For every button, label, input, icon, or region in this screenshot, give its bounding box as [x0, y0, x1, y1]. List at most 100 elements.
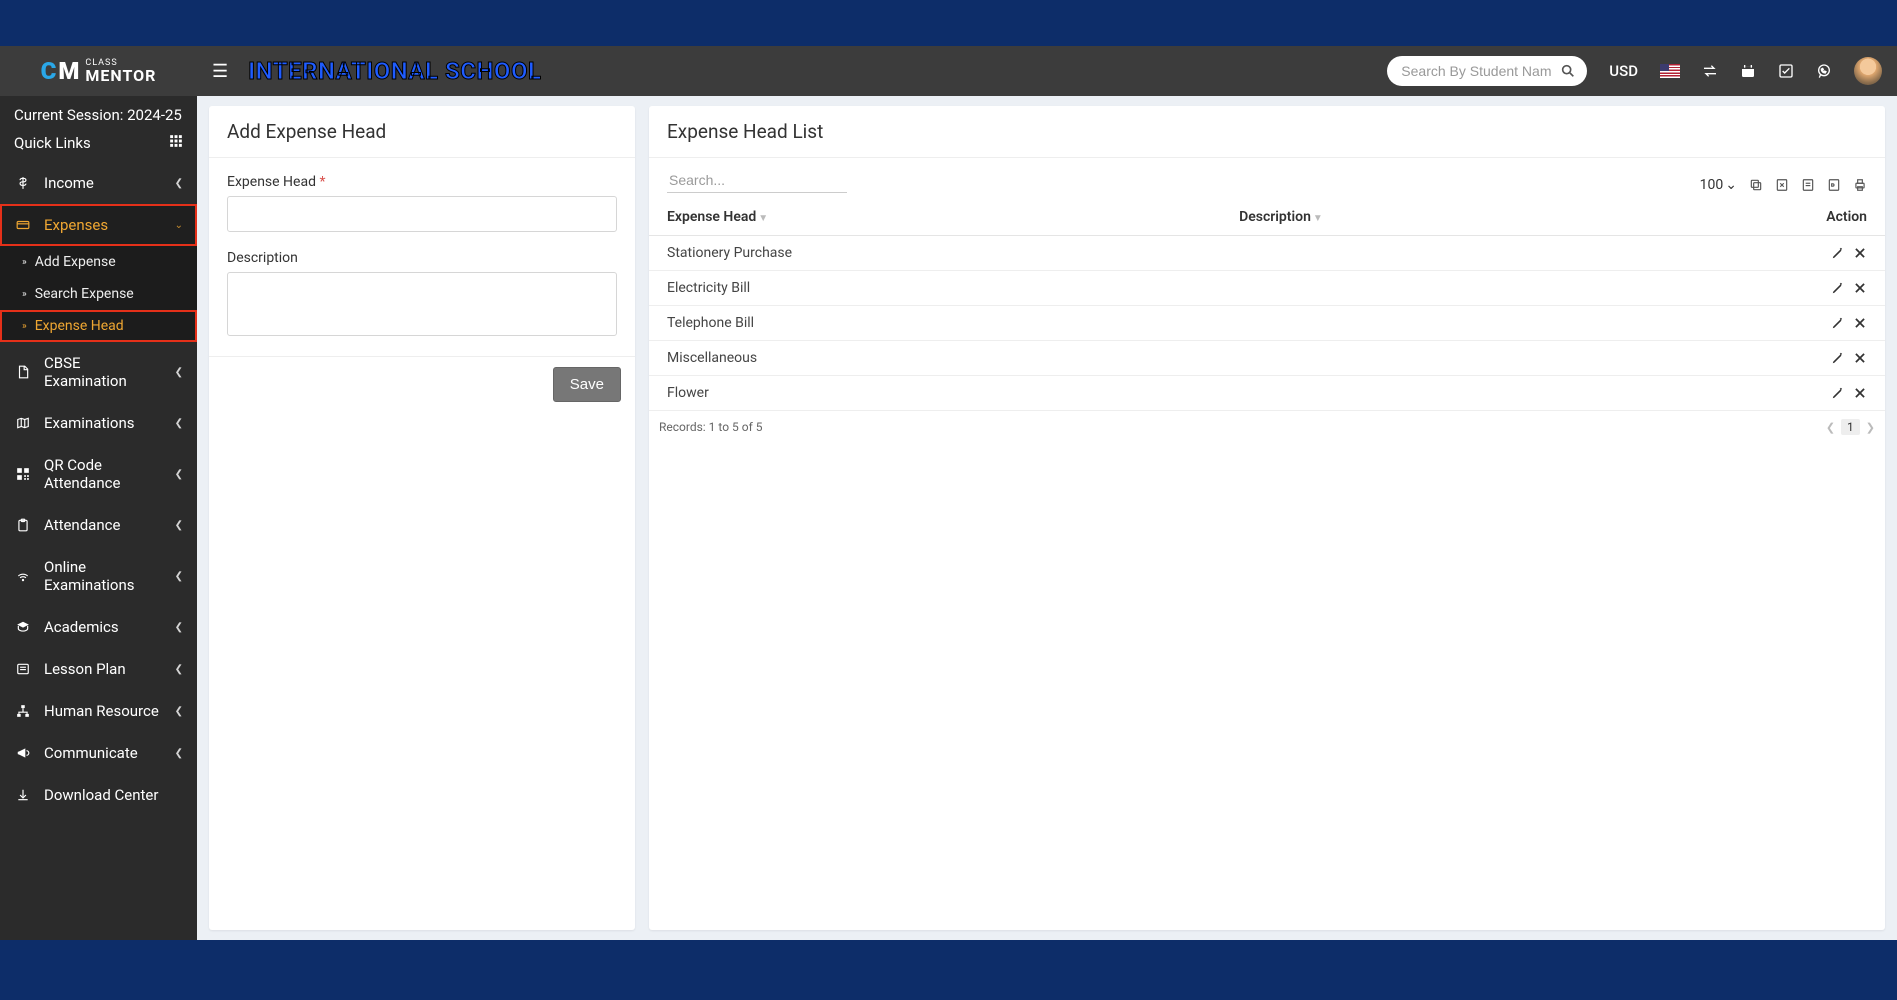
expense-head-input[interactable]: [227, 196, 617, 232]
excel-icon[interactable]: [1775, 178, 1789, 192]
session-label: Current Session: 2024-25: [0, 96, 197, 128]
copy-icon[interactable]: [1749, 178, 1763, 192]
expenses-submenu: » Add Expense » Search Expense » Expense…: [0, 246, 197, 342]
edit-icon[interactable]: [1831, 316, 1845, 330]
qr-icon: [14, 467, 32, 481]
menu-toggle-button[interactable]: ☰: [212, 61, 228, 82]
search-icon[interactable]: [1551, 63, 1585, 79]
csv-icon[interactable]: [1801, 178, 1815, 192]
whatsapp-icon[interactable]: [1816, 63, 1832, 79]
student-search[interactable]: [1387, 56, 1587, 86]
delete-icon[interactable]: [1853, 281, 1867, 295]
edit-icon[interactable]: [1831, 246, 1845, 260]
page-number[interactable]: 1: [1841, 419, 1860, 435]
cap-icon: [14, 620, 32, 634]
expense-head-label: Expense Head *: [227, 174, 617, 190]
sidebar-item-human-resource[interactable]: Human Resource ❮: [0, 690, 197, 732]
app-title: INTERNATIONAL SCHOOL: [248, 57, 541, 85]
sidebar: Current Session: 2024-25 Quick Links Inc…: [0, 96, 197, 940]
swap-icon[interactable]: [1702, 63, 1718, 79]
quick-links[interactable]: Quick Links: [0, 128, 197, 162]
sidebar-subitem-add-expense[interactable]: » Add Expense: [0, 246, 197, 278]
expense-head-table: Expense Head▼ Description▼ Action Statio…: [649, 199, 1885, 411]
print-icon[interactable]: [1853, 178, 1867, 192]
table-row: Electricity Bill: [649, 271, 1885, 306]
next-page-button[interactable]: ❯: [1866, 421, 1875, 434]
page-size-select[interactable]: 100 ⌄: [1700, 177, 1737, 193]
table-row: Telephone Bill: [649, 306, 1885, 341]
add-expense-head-panel: Add Expense Head Expense Head * Descript…: [209, 106, 635, 930]
chevron-left-icon: ❮: [175, 622, 183, 633]
cell-desc: [1231, 341, 1615, 376]
delete-icon[interactable]: [1853, 351, 1867, 365]
pager: ❮ 1 ❯: [1826, 419, 1875, 435]
table-row: Stationery Purchase: [649, 236, 1885, 271]
sidebar-item-attendance[interactable]: Attendance ❮: [0, 504, 197, 546]
grid-icon: [169, 134, 183, 152]
logo[interactable]: CM CLASS MENTOR: [0, 46, 197, 96]
sidebar-item-examinations[interactable]: Examinations ❮: [0, 402, 197, 444]
save-button[interactable]: Save: [553, 367, 621, 402]
sidebar-item-lesson-plan[interactable]: Lesson Plan ❮: [0, 648, 197, 690]
delete-icon[interactable]: [1853, 316, 1867, 330]
check-icon[interactable]: [1778, 63, 1794, 79]
table-row: Miscellaneous: [649, 341, 1885, 376]
sidebar-subitem-search-expense[interactable]: » Search Expense: [0, 278, 197, 310]
chevron-left-icon: ❮: [175, 418, 183, 429]
sidebar-item-online-exams[interactable]: Online Examinations ❮: [0, 546, 197, 606]
sidebar-item-cbse[interactable]: CBSE Examination ❮: [0, 342, 197, 402]
chevron-left-icon: ❮: [175, 664, 183, 675]
prev-page-button[interactable]: ❮: [1826, 421, 1835, 434]
panel-title: Add Expense Head: [209, 106, 635, 158]
col-expense-head[interactable]: Expense Head▼: [649, 199, 1231, 236]
sidebar-item-qr-attendance[interactable]: QR Code Attendance ❮: [0, 444, 197, 504]
chevron-left-icon: ❮: [175, 748, 183, 759]
chevron-left-icon: ❮: [175, 571, 183, 582]
cell-head: Electricity Bill: [649, 271, 1231, 306]
edit-icon[interactable]: [1831, 281, 1845, 295]
wifi-icon: [14, 569, 32, 583]
cell-desc: [1231, 306, 1615, 341]
sidebar-item-communicate[interactable]: Communicate ❮: [0, 732, 197, 774]
pdf-icon[interactable]: [1827, 178, 1841, 192]
expense-head-list-panel: Expense Head List 100 ⌄: [649, 106, 1885, 930]
edit-icon[interactable]: [1831, 386, 1845, 400]
chevron-down-icon: ⌄: [1725, 177, 1737, 193]
list-title: Expense Head List: [649, 106, 1885, 158]
language-flag[interactable]: [1660, 64, 1680, 78]
sidebar-subitem-expense-head[interactable]: » Expense Head: [0, 310, 197, 342]
quick-links-label: Quick Links: [14, 134, 91, 152]
cell-desc: [1231, 236, 1615, 271]
top-strip: [0, 0, 1897, 46]
chevron-left-icon: ❮: [175, 520, 183, 531]
sidebar-item-income[interactable]: Income ❮: [0, 162, 197, 204]
calendar-icon[interactable]: [1740, 63, 1756, 79]
edit-icon[interactable]: [1831, 351, 1845, 365]
sidebar-item-academics[interactable]: Academics ❮: [0, 606, 197, 648]
student-search-input[interactable]: [1401, 63, 1551, 79]
card-icon: [14, 218, 32, 232]
description-input[interactable]: [227, 272, 617, 336]
records-label: Records: 1 to 5 of 5: [659, 420, 763, 434]
sort-icon: ▼: [1313, 213, 1323, 224]
sidebar-item-expenses[interactable]: Expenses ⌄: [0, 204, 197, 246]
col-description[interactable]: Description▼: [1231, 199, 1615, 236]
chevron-left-icon: ❮: [175, 178, 183, 189]
chevron-down-icon: ⌄: [175, 220, 183, 231]
dollar-icon: [14, 176, 32, 190]
description-label: Description: [227, 250, 617, 266]
header: CM CLASS MENTOR ☰ INTERNATIONAL SCHOOL U…: [0, 46, 1897, 96]
chevron-left-icon: ❮: [175, 469, 183, 480]
sidebar-item-download-center[interactable]: Download Center: [0, 774, 197, 816]
user-avatar[interactable]: [1854, 57, 1882, 85]
cell-desc: [1231, 271, 1615, 306]
delete-icon[interactable]: [1853, 246, 1867, 260]
cell-head: Stationery Purchase: [649, 236, 1231, 271]
sitemap-icon: [14, 704, 32, 718]
content: Add Expense Head Expense Head * Descript…: [197, 96, 1897, 940]
delete-icon[interactable]: [1853, 386, 1867, 400]
list-search-input[interactable]: [667, 168, 847, 193]
currency-label[interactable]: USD: [1609, 62, 1638, 80]
cell-desc: [1231, 376, 1615, 411]
cell-head: Telephone Bill: [649, 306, 1231, 341]
